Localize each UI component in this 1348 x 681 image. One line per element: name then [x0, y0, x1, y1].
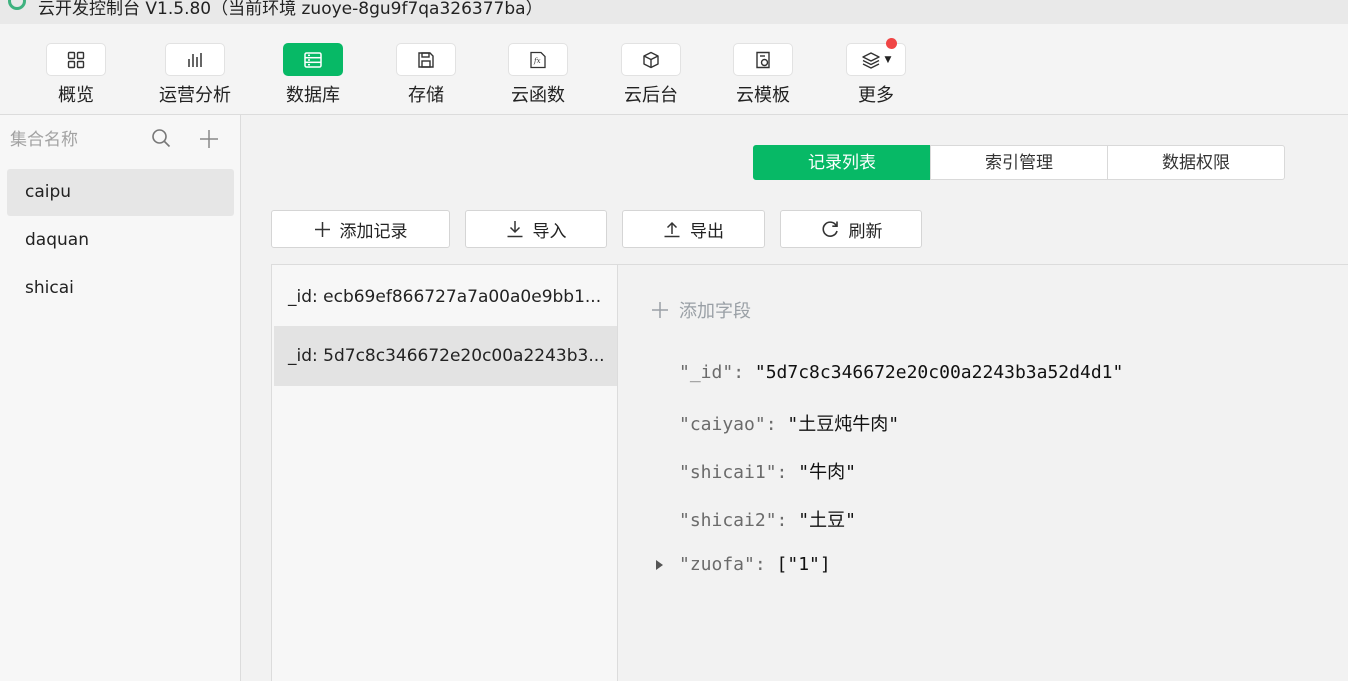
field-value: "5d7c8c346672e20c00a2243b3a52d4d1" — [754, 362, 1124, 383]
field-key: "_id" — [679, 362, 734, 383]
database-icon — [304, 51, 322, 68]
toolbar-storage-button[interactable]: 存储 — [381, 43, 471, 107]
field-value: ["1"] — [776, 554, 831, 575]
toolbar-label: 存储 — [408, 85, 444, 106]
field-key: "shicai1" — [679, 462, 777, 483]
collection-item-shicai[interactable]: shicai — [7, 265, 234, 312]
notification-dot — [886, 38, 897, 49]
add-collection-icon[interactable] — [199, 129, 219, 153]
toolbar-label: 概览 — [58, 85, 94, 106]
field-value: "牛肉" — [798, 462, 856, 483]
toolbar-label: 云后台 — [624, 85, 678, 106]
main-toolbar: 概览 运营分析 数据库 存储 fx 云函数 云后台 云模板 ▼ 更多 — [0, 24, 1348, 115]
record-item[interactable]: _id: ecb69ef866727a7a00a0e9bb1... — [274, 267, 617, 327]
toolbar-cloud-backend-button[interactable]: 云后台 — [606, 43, 696, 107]
export-label: 导出 — [690, 221, 724, 242]
field-value: "土豆炖牛肉" — [787, 414, 900, 435]
field-row-shicai1[interactable]: "shicai1": "牛肉" — [679, 458, 856, 484]
import-button[interactable]: 导入 — [465, 210, 607, 248]
field-key: "caiyao" — [679, 414, 766, 435]
refresh-icon — [821, 221, 838, 237]
collection-item-caipu[interactable]: caipu — [7, 169, 234, 216]
field-row-caiyao[interactable]: "caiyao": "土豆炖牛肉" — [679, 410, 899, 436]
tab-index-management[interactable]: 索引管理 — [930, 145, 1108, 180]
field-value: "土豆" — [798, 510, 856, 531]
overview-grid-icon — [67, 51, 85, 68]
export-button[interactable]: 导出 — [622, 210, 765, 248]
refresh-button[interactable]: 刷新 — [780, 210, 922, 248]
field-row-id[interactable]: "_id": "5d7c8c346672e20c00a2243b3a52d4d1… — [679, 362, 1123, 383]
title-bar: 云开发控制台 V1.5.80（当前环境 zuoye-8gu9f7qa326377… — [0, 0, 1348, 24]
view-tabs: 记录列表 索引管理 数据权限 — [753, 145, 1285, 180]
collections-sidebar: caipu daquan shicai — [0, 115, 241, 681]
field-row-zuofa[interactable]: "zuofa": ["1"] — [679, 554, 831, 575]
upload-icon — [664, 221, 680, 238]
collection-item-daquan[interactable]: daquan — [7, 217, 234, 264]
add-field-button[interactable]: 添加字段 — [651, 297, 751, 323]
toolbar-functions-button[interactable]: fx 云函数 — [493, 43, 583, 107]
add-field-label: 添加字段 — [679, 301, 751, 322]
plus-icon — [652, 302, 668, 318]
plus-icon — [314, 221, 330, 237]
chevron-down-icon: ▼ — [884, 54, 892, 65]
toolbar-templates-button[interactable]: 云模板 — [718, 43, 808, 107]
bar-chart-icon — [188, 52, 202, 67]
field-key: "shicai2" — [679, 510, 777, 531]
toolbar-label: 数据库 — [286, 85, 340, 106]
toolbar-label: 运营分析 — [159, 85, 231, 106]
record-detail: 添加字段 "_id": "5d7c8c346672e20c00a2243b3a5… — [618, 264, 1348, 681]
app-logo-icon — [8, 0, 26, 10]
toolbar-more-button[interactable]: ▼ 更多 — [831, 38, 921, 107]
window-title: 云开发控制台 V1.5.80（当前环境 zuoye-8gu9f7qa326377… — [38, 0, 543, 19]
toolbar-label: 更多 — [858, 85, 894, 106]
toolbar-label: 云函数 — [511, 85, 565, 106]
import-label: 导入 — [532, 221, 567, 242]
layers-icon — [861, 51, 880, 69]
tab-data-permissions[interactable]: 数据权限 — [1107, 145, 1285, 180]
storage-save-icon — [418, 51, 434, 68]
add-record-label: 添加记录 — [339, 221, 408, 242]
field-row-shicai2[interactable]: "shicai2": "土豆" — [679, 506, 856, 532]
toolbar-overview-button[interactable]: 概览 — [31, 43, 121, 107]
tab-record-list[interactable]: 记录列表 — [753, 145, 931, 180]
toolbar-label: 云模板 — [736, 85, 790, 106]
download-icon — [507, 221, 522, 238]
field-key: "zuofa" — [679, 554, 755, 575]
svg-text:fx: fx — [533, 57, 541, 65]
collection-search-input[interactable] — [8, 123, 142, 157]
record-list: _id: ecb69ef866727a7a00a0e9bb1... _id: 5… — [271, 264, 618, 681]
expand-caret-icon[interactable] — [656, 560, 663, 570]
search-icon[interactable] — [151, 128, 171, 152]
template-icon — [756, 51, 770, 68]
record-item-selected[interactable]: _id: 5d7c8c346672e20c00a2243b3... — [274, 326, 617, 386]
refresh-label: 刷新 — [848, 221, 883, 242]
cube-icon — [643, 51, 659, 68]
add-record-button[interactable]: 添加记录 — [271, 210, 450, 248]
function-fx-icon: fx — [530, 51, 546, 68]
toolbar-database-button[interactable]: 数据库 — [268, 43, 358, 107]
toolbar-analytics-button[interactable]: 运营分析 — [150, 43, 240, 107]
